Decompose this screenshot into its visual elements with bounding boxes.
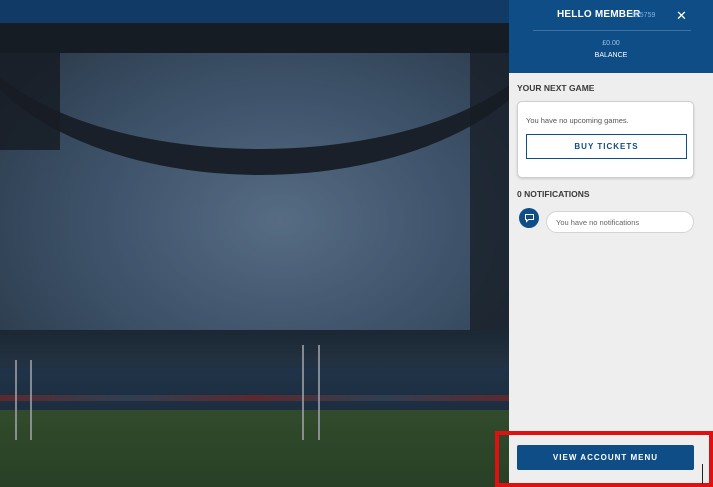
account-panel: HELLO MEMBER 925759 ✕ £0.00 BALANCE YOUR… — [509, 0, 713, 487]
no-notifications-message: You have no notifications — [546, 211, 694, 233]
app-root: HELLO MEMBER 925759 ✕ £0.00 BALANCE YOUR… — [0, 0, 713, 487]
stadium-background-image — [0, 0, 509, 487]
header-divider — [533, 30, 691, 31]
balance-amount: £0.00 — [602, 40, 620, 47]
member-id: 925759 — [632, 12, 656, 19]
view-account-menu-button[interactable]: VIEW ACCOUNT MENU — [517, 445, 694, 470]
no-games-text: You have no upcoming games. — [526, 116, 629, 125]
next-game-title: YOUR NEXT GAME — [517, 83, 595, 93]
dim-overlay — [0, 0, 509, 487]
next-game-card: You have no upcoming games. BUY TICKETS — [517, 101, 694, 178]
notifications-title: 0 NOTIFICATIONS — [517, 189, 590, 199]
site-top-bar — [0, 0, 509, 23]
account-panel-header: HELLO MEMBER 925759 ✕ £0.00 BALANCE — [509, 0, 713, 73]
buy-tickets-button[interactable]: BUY TICKETS — [526, 134, 687, 159]
chat-bubble-icon — [519, 208, 539, 228]
balance-label: BALANCE — [594, 52, 628, 59]
text-cursor — [702, 464, 703, 484]
close-icon[interactable]: ✕ — [676, 8, 687, 24]
greeting-text: HELLO MEMBER — [557, 9, 641, 20]
chat-bubble-icon-glyph — [524, 214, 534, 223]
